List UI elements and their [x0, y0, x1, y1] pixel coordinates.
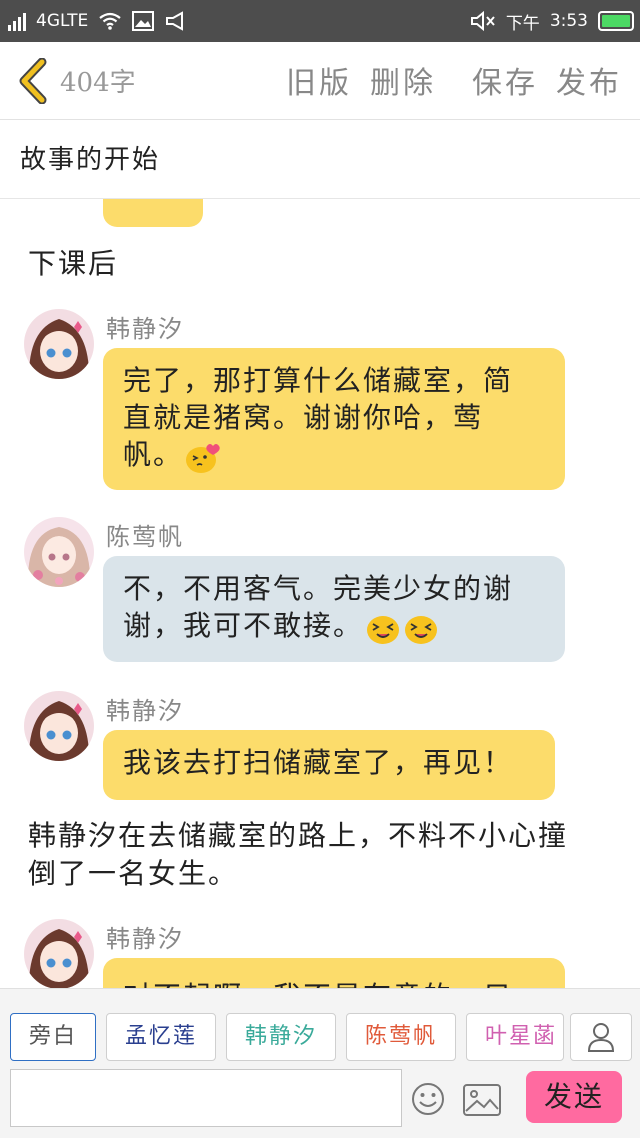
person-icon — [587, 1023, 615, 1052]
character-chip[interactable]: 韩静汐 — [226, 1013, 336, 1061]
message-bubble[interactable]: 完了，那打算什么储藏室，简 直就是猪窝。谢谢你哈，莺 帆。 — [103, 348, 565, 490]
story-content[interactable]: 下课后 韩静汐 完了，那打算什么储藏室，简 直就是猪窝。谢谢你哈，莺 帆。 陈莺… — [0, 199, 640, 988]
avatar[interactable] — [24, 691, 94, 761]
narration-line: 韩静汐在去储藏室的路上，不料不小心撞 — [28, 819, 569, 852]
message-line: 完了，那打算什么储藏室，简 — [123, 364, 514, 397]
battery-icon — [598, 11, 634, 31]
word-count: 404字 — [60, 68, 136, 98]
signal-icon — [8, 11, 26, 31]
message-line: 我该去打扫储藏室了，再见！ — [123, 746, 514, 779]
speaker-name: 韩静汐 — [106, 925, 184, 953]
message-line: 谢，我可不敢接。 — [123, 609, 364, 642]
megaphone-icon — [166, 11, 184, 31]
character-chip[interactable]: 孟忆莲 — [106, 1013, 216, 1061]
avatar[interactable] — [24, 309, 94, 379]
narration-line: 倒了一名女生。 — [28, 857, 239, 890]
editor-toolbar: 404字 旧版 删除 保存 发布 — [0, 42, 640, 120]
old-version-button[interactable]: 旧版 — [286, 58, 352, 102]
message-line: 直就是猪窝。谢谢你哈，莺 — [123, 401, 484, 434]
character-chip-narrator[interactable]: 旁白 — [10, 1013, 96, 1061]
message-line: 帆。 — [123, 438, 184, 471]
message-bubble[interactable]: 不，不用客气。完美少女的谢 谢，我可不敢接。 — [103, 556, 565, 662]
story-title[interactable]: 故事的开始 — [0, 121, 640, 199]
previous-bubble-fragment — [103, 199, 203, 227]
time-label: 下午 — [505, 13, 540, 34]
publish-button[interactable]: 发布 — [556, 58, 622, 102]
network-type: 4GLTE — [36, 11, 89, 31]
message-bubble[interactable]: 我该去打扫储藏室了，再见！ — [103, 730, 555, 800]
send-button[interactable]: 发送 — [526, 1071, 622, 1123]
avatar[interactable] — [24, 517, 94, 587]
character-chip[interactable]: 陈莺帆 — [346, 1013, 456, 1061]
status-bar: 4GLTE 下午 3:53 — [0, 0, 640, 42]
avatar[interactable] — [24, 919, 94, 988]
message-bubble[interactable]: 对不起啊，我不是有意的，只 — [103, 958, 565, 988]
narration-text: 下课后 — [28, 247, 119, 280]
grin-emoji-icon — [405, 615, 438, 644]
character-manager-button[interactable] — [570, 1013, 632, 1061]
image-picker-icon[interactable] — [462, 1083, 502, 1117]
emoji-picker-icon[interactable] — [410, 1081, 446, 1117]
message-line: 对不起啊，我不是有意的，只 — [123, 978, 545, 988]
save-button[interactable]: 保存 — [472, 58, 538, 102]
image-notification-icon — [132, 11, 155, 31]
speaker-name: 陈莺帆 — [106, 523, 184, 551]
mute-icon — [470, 10, 495, 32]
clock: 3:53 — [549, 11, 588, 31]
character-chip[interactable]: 叶星菡 — [466, 1013, 564, 1061]
grin-emoji-icon — [367, 615, 400, 644]
message-line: 不，不用客气。完美少女的谢 — [123, 572, 514, 605]
kiss-emoji-icon — [186, 443, 220, 473]
message-input[interactable] — [10, 1069, 402, 1127]
speaker-name: 韩静汐 — [106, 697, 184, 725]
back-chevron-icon[interactable] — [14, 58, 54, 104]
narration-text: 韩静汐在去储藏室的路上，不料不小心撞 倒了一名女生。 — [28, 817, 568, 893]
speaker-name: 韩静汐 — [106, 315, 184, 343]
wifi-icon — [99, 12, 121, 30]
composer: 旁白 孟忆莲 韩静汐 陈莺帆 叶星菡 发送 — [0, 988, 640, 1138]
delete-button[interactable]: 删除 — [370, 58, 436, 102]
